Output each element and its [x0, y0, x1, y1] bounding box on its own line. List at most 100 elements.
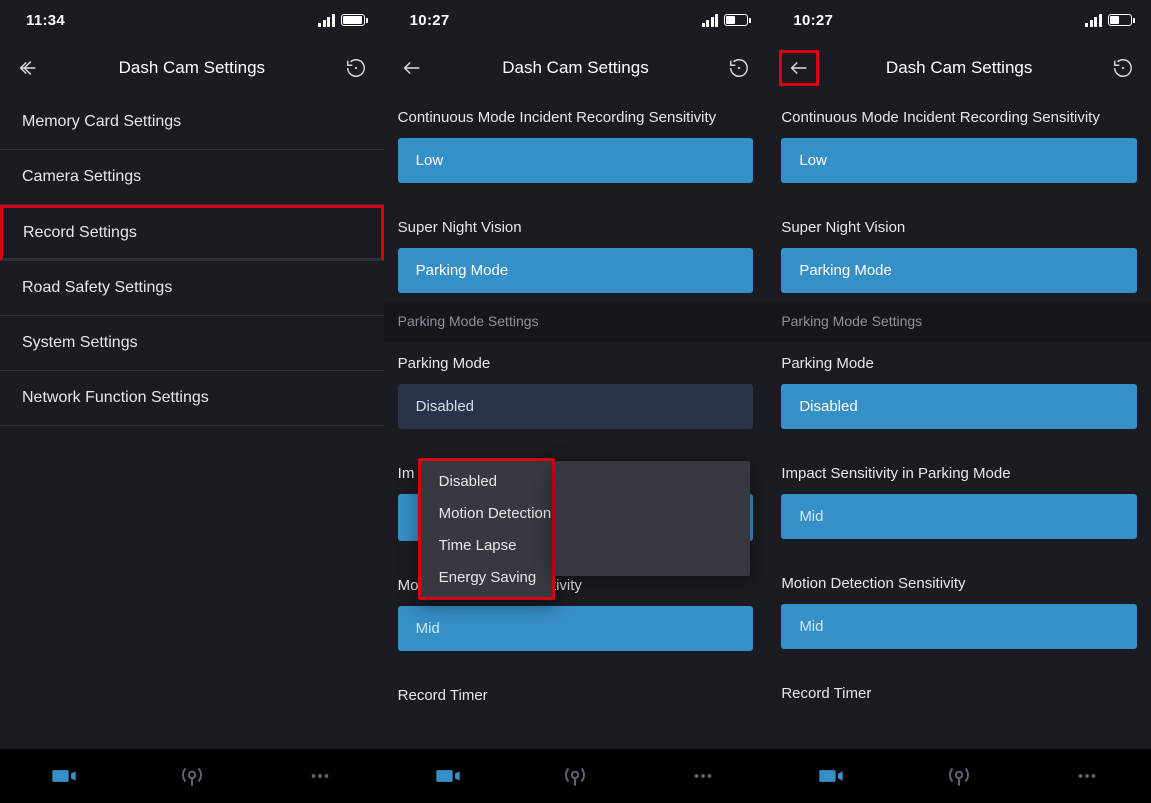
field-continuous-sensitivity: Continuous Mode Incident Recording Sensi… — [767, 95, 1151, 183]
field-label: Parking Mode — [781, 341, 1137, 384]
nav-camera[interactable] — [767, 749, 895, 803]
field-parking-mode: Parking Mode Disabled — [384, 341, 768, 429]
bottom-nav — [384, 749, 768, 803]
more-icon — [1074, 763, 1100, 789]
screen-settings-list: 11:34 Dash Cam Settings Memory Card Sett… — [0, 0, 384, 803]
arrow-left-icon — [788, 57, 810, 79]
section-header: Parking Mode Settings — [384, 303, 768, 341]
field-label: Continuous Mode Incident Recording Sensi… — [398, 95, 754, 138]
section-header: Parking Mode Settings — [767, 303, 1151, 341]
field-label: Record Timer — [781, 671, 1137, 714]
list-item[interactable]: Network Function Settings — [0, 371, 384, 426]
header: Dash Cam Settings — [384, 40, 768, 95]
field-impact-sensitivity: Impact Sensitivity in Parking Mode Mid — [767, 451, 1151, 539]
field-super-night-vision: Super Night Vision Parking Mode — [384, 205, 768, 293]
back-button[interactable] — [396, 52, 428, 84]
revert-icon — [345, 57, 367, 79]
field-label: Super Night Vision — [781, 205, 1137, 248]
more-icon — [690, 763, 716, 789]
broadcast-icon — [179, 763, 205, 789]
broadcast-icon — [562, 763, 588, 789]
bottom-nav — [0, 749, 384, 803]
value-selector[interactable]: Low — [398, 138, 754, 183]
camera-icon — [817, 762, 845, 790]
status-bar: 10:27 — [384, 0, 768, 40]
dropdown-option[interactable]: Motion Detection — [421, 497, 552, 529]
value-selector[interactable]: Parking Mode — [398, 248, 754, 293]
field-label: Motion Detection Sensitivity — [781, 561, 1137, 604]
list-item[interactable]: Camera Settings — [0, 150, 384, 205]
record-settings-content: Continuous Mode Incident Recording Sensi… — [767, 95, 1151, 803]
arrow-left-icon — [17, 57, 39, 79]
parking-mode-dropdown[interactable]: Disabled Motion Detection Time Lapse Ene… — [418, 458, 555, 600]
header: Dash Cam Settings — [0, 40, 384, 95]
value-selector[interactable]: Mid — [398, 606, 754, 651]
field-super-night-vision: Super Night Vision Parking Mode — [767, 205, 1151, 293]
dropdown-backdrop — [555, 461, 750, 576]
header: Dash Cam Settings — [767, 40, 1151, 95]
settings-list: Memory Card Settings Camera Settings Rec… — [0, 95, 384, 803]
dropdown-option[interactable]: Energy Saving — [421, 561, 552, 593]
field-continuous-sensitivity: Continuous Mode Incident Recording Sensi… — [384, 95, 768, 183]
nav-more[interactable] — [1023, 749, 1151, 803]
field-label: Impact Sensitivity in Parking Mode — [781, 451, 1137, 494]
list-item-record-settings[interactable]: Record Settings — [0, 205, 384, 261]
battery-icon — [341, 14, 368, 26]
back-button[interactable] — [779, 50, 819, 86]
revert-icon — [728, 57, 750, 79]
nav-broadcast[interactable] — [895, 749, 1023, 803]
screen-record-settings-dropdown: 10:27 Dash Cam Settings Continuous Mode … — [384, 0, 768, 803]
value-selector[interactable]: Parking Mode — [781, 248, 1137, 293]
more-icon — [307, 763, 333, 789]
battery-icon — [724, 14, 751, 26]
broadcast-icon — [946, 763, 972, 789]
field-motion-sensitivity: Motion Detection Sensitivity Mid — [767, 561, 1151, 649]
record-settings-content: Continuous Mode Incident Recording Sensi… — [384, 95, 768, 803]
back-button[interactable] — [12, 52, 44, 84]
status-bar: 11:34 — [0, 0, 384, 40]
reset-button[interactable] — [723, 52, 755, 84]
value-selector[interactable]: Disabled — [398, 384, 754, 429]
page-title: Dash Cam Settings — [502, 58, 648, 78]
status-time: 10:27 — [410, 12, 450, 29]
dropdown-option[interactable]: Disabled — [421, 465, 552, 497]
signal-icon — [318, 14, 335, 27]
list-item[interactable]: Road Safety Settings — [0, 261, 384, 316]
signal-icon — [702, 14, 719, 27]
list-item[interactable]: System Settings — [0, 316, 384, 371]
status-time: 10:27 — [793, 12, 833, 29]
revert-icon — [1112, 57, 1134, 79]
battery-icon — [1108, 14, 1135, 26]
screen-record-settings: 10:27 Dash Cam Settings Continuous Mode … — [767, 0, 1151, 803]
reset-button[interactable] — [1107, 52, 1139, 84]
list-item[interactable]: Memory Card Settings — [0, 95, 384, 150]
field-label: Super Night Vision — [398, 205, 754, 248]
nav-broadcast[interactable] — [512, 749, 640, 803]
nav-broadcast[interactable] — [128, 749, 256, 803]
status-right — [318, 14, 368, 27]
nav-camera[interactable] — [0, 749, 128, 803]
reset-button[interactable] — [340, 52, 372, 84]
camera-icon — [434, 762, 462, 790]
status-right — [1085, 14, 1135, 27]
page-title: Dash Cam Settings — [886, 58, 1032, 78]
field-label: Continuous Mode Incident Recording Sensi… — [781, 95, 1137, 138]
signal-icon — [1085, 14, 1102, 27]
field-record-timer: Record Timer — [767, 671, 1151, 714]
nav-more[interactable] — [256, 749, 384, 803]
nav-more[interactable] — [639, 749, 767, 803]
page-title: Dash Cam Settings — [119, 58, 265, 78]
field-label: Record Timer — [398, 673, 754, 716]
value-selector[interactable]: Low — [781, 138, 1137, 183]
field-parking-mode: Parking Mode Disabled — [767, 341, 1151, 429]
dropdown-option[interactable]: Time Lapse — [421, 529, 552, 561]
status-right — [702, 14, 752, 27]
value-selector[interactable]: Disabled — [781, 384, 1137, 429]
value-selector[interactable]: Mid — [781, 604, 1137, 649]
value-selector[interactable]: Mid — [781, 494, 1137, 539]
field-record-timer: Record Timer — [384, 673, 768, 716]
bottom-nav — [767, 749, 1151, 803]
field-label: Parking Mode — [398, 341, 754, 384]
status-time: 11:34 — [26, 12, 65, 29]
nav-camera[interactable] — [384, 749, 512, 803]
